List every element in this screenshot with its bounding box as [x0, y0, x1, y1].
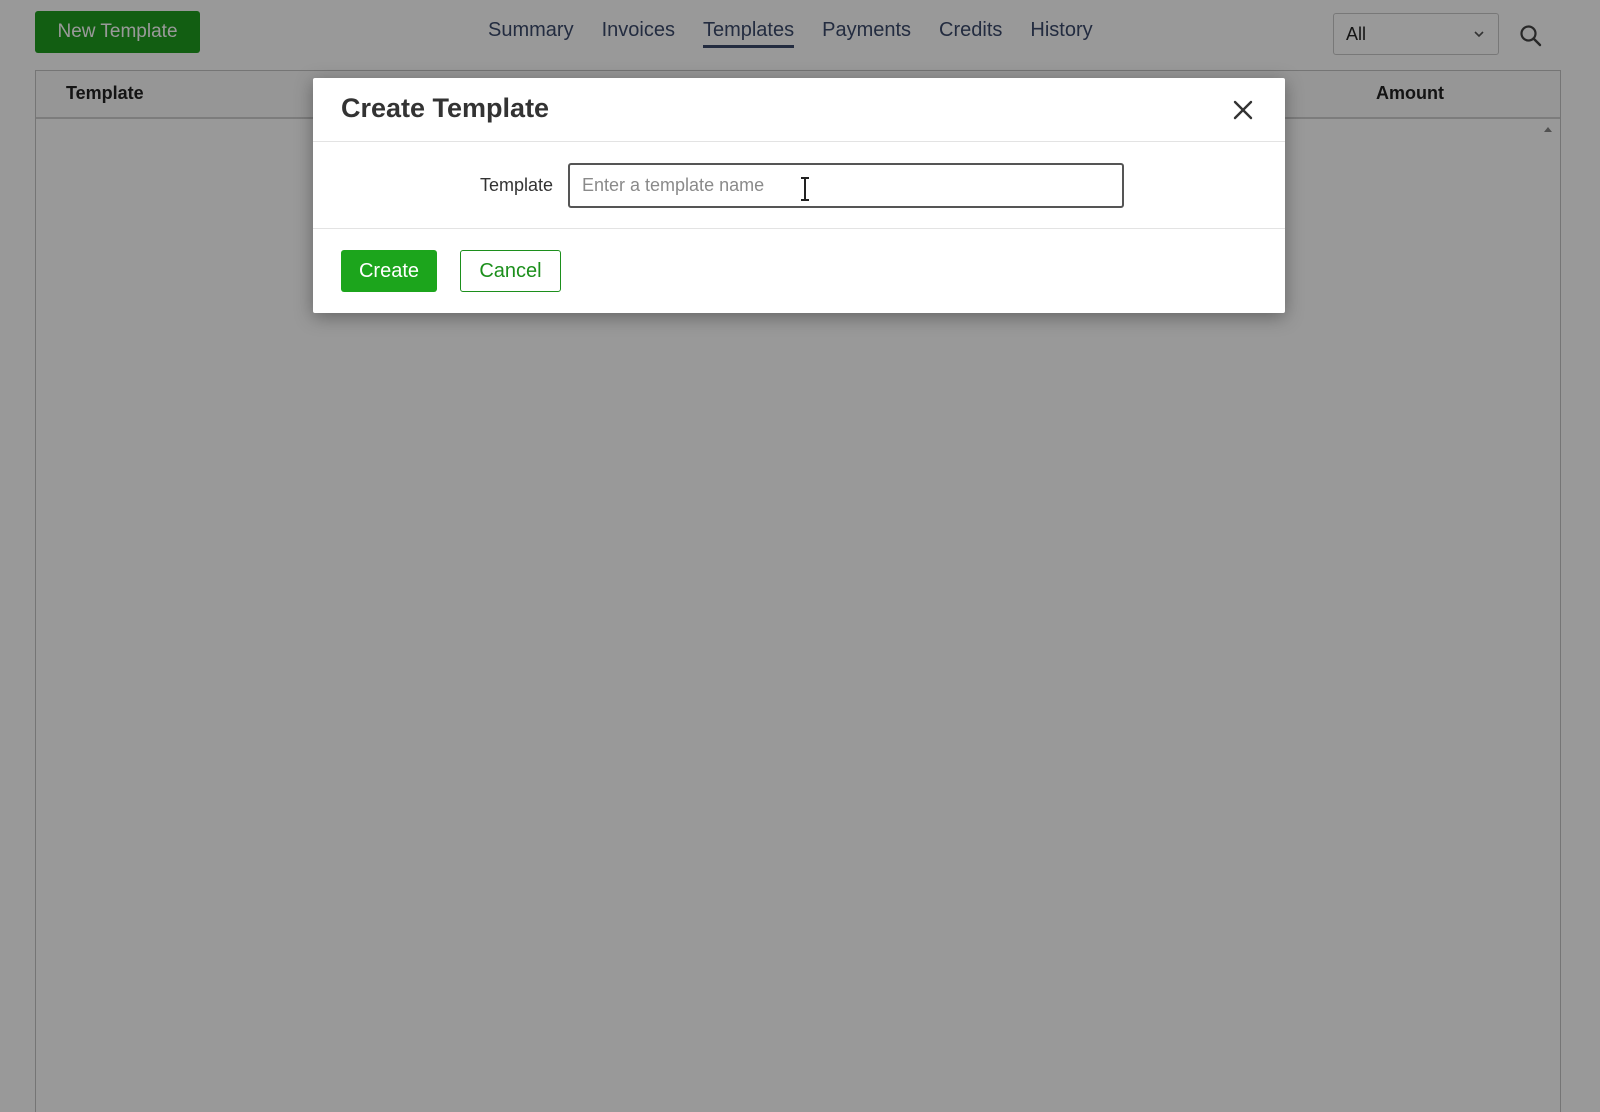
create-button[interactable]: Create [341, 250, 437, 292]
template-name-input[interactable] [568, 163, 1124, 208]
template-field-label: Template [479, 175, 553, 195]
text-cursor-icon [801, 177, 809, 201]
close-button[interactable] [1229, 96, 1257, 124]
dialog-title: Create Template [341, 93, 550, 123]
cancel-button[interactable]: Cancel [460, 250, 561, 292]
dialog-footer: Create Cancel [313, 228, 1285, 314]
close-icon [1233, 100, 1253, 120]
dialog-header: Create Template [313, 78, 1285, 142]
